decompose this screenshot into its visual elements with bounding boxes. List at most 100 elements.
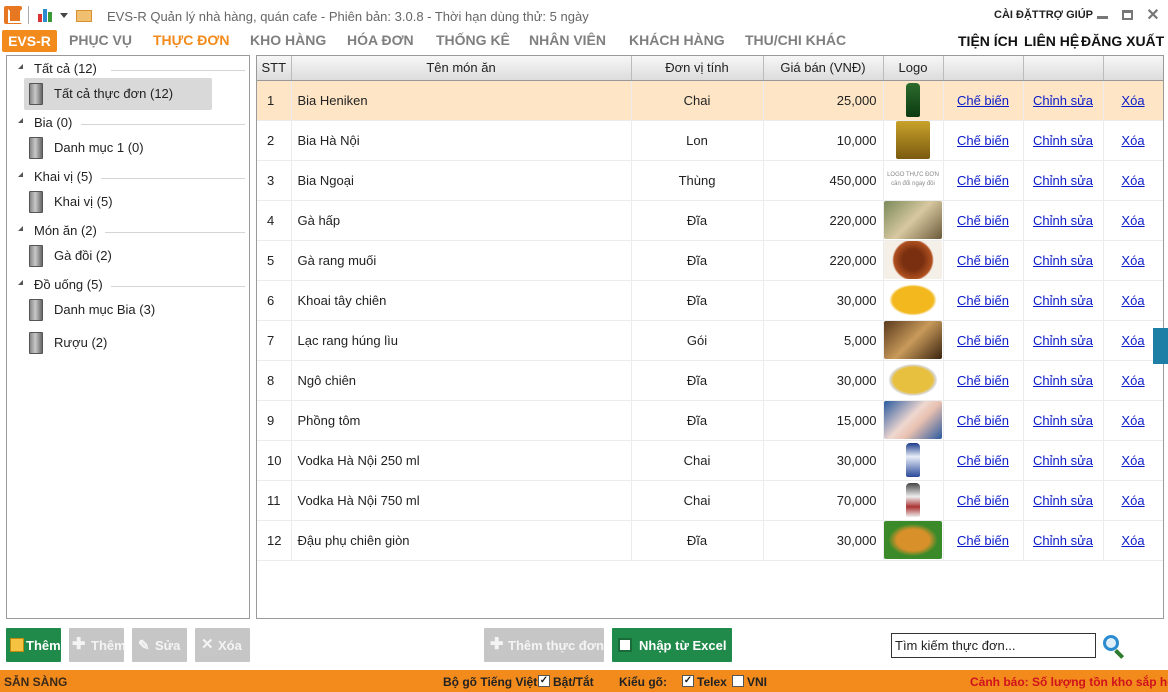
column-header-name[interactable]: Tên món ăn <box>291 56 632 81</box>
delete-link[interactable]: Xóa <box>1121 333 1144 348</box>
delete-link[interactable]: Xóa <box>1121 213 1144 228</box>
process-link[interactable]: Chế biến <box>957 293 1009 308</box>
edit-link[interactable]: Chỉnh sửa <box>1033 93 1093 108</box>
edit-link[interactable]: Chỉnh sửa <box>1033 493 1093 508</box>
settings-link[interactable]: CÀI ĐẶT <box>994 9 1039 21</box>
expand-triangle-icon[interactable] <box>18 280 23 285</box>
vni-checkbox[interactable] <box>732 675 744 687</box>
edit-link[interactable]: Chỉnh sửa <box>1033 253 1093 268</box>
expand-triangle-icon[interactable] <box>18 172 23 177</box>
table-row[interactable]: 8 Ngô chiên Đĩa 30,000 Chế biến Chỉnh sửa Xóa <box>257 360 1163 401</box>
menu-nhan-vien[interactable]: NHÂN VIÊN <box>529 32 606 48</box>
table-row[interactable]: 10 Vodka Hà Nội 250 ml Chai 30,000 Chế biến C… <box>257 440 1163 481</box>
edit-link[interactable]: Chỉnh sửa <box>1033 213 1093 228</box>
import-excel-button[interactable]: Nhập từ Excel <box>612 628 732 662</box>
table-row[interactable]: 5 Gà rang muối Đĩa 220,000 Chế biến Chỉnh sửa… <box>257 240 1163 281</box>
delete-link[interactable]: Xóa <box>1121 413 1144 428</box>
edit-link[interactable]: Chỉnh sửa <box>1033 413 1093 428</box>
process-link[interactable]: Chế biến <box>957 533 1009 548</box>
column-header-stt[interactable]: STT <box>257 56 292 81</box>
search-icon[interactable] <box>1101 633 1127 659</box>
menu-khach-hang[interactable]: KHÁCH HÀNG <box>629 32 725 48</box>
table-row[interactable]: 3 Bia Ngoại Thùng 450,000 LOGO THỰC ĐƠN cần đ… <box>257 160 1163 201</box>
process-link[interactable]: Chế biến <box>957 373 1009 388</box>
add-button-disabled[interactable]: ✚ Thêm <box>69 628 126 662</box>
edit-link[interactable]: Chỉnh sửa <box>1033 533 1093 548</box>
tree-group-khai-vi[interactable]: Khai vị (5) <box>7 168 249 186</box>
table-row[interactable]: 12 Đậu phụ chiên giòn Đĩa 30,000 Chế biến Chỉ… <box>257 520 1163 561</box>
menu-dang-xuat[interactable]: ĐĂNG XUẤT <box>1081 33 1164 49</box>
tree-item-danh-muc-1[interactable]: Danh mục 1 (0) <box>24 132 212 164</box>
menu-kho-hang[interactable]: KHO HÀNG <box>250 32 326 48</box>
edit-link[interactable]: Chỉnh sửa <box>1033 373 1093 388</box>
table-row[interactable]: 1 Bia Heniken Chai 25,000 Chế biến Chỉnh sửa X… <box>257 80 1163 121</box>
search-input[interactable] <box>891 633 1096 658</box>
menu-hoa-don[interactable]: HÓA ĐƠN <box>347 32 414 48</box>
delete-button[interactable]: ✕ Xóa <box>195 628 250 662</box>
chevron-down-icon[interactable] <box>60 13 68 18</box>
menu-thu-chi-khac[interactable]: THU/CHI KHÁC <box>745 32 846 48</box>
menu-thuc-don[interactable]: THỰC ĐƠN <box>153 32 229 48</box>
delete-link[interactable]: Xóa <box>1121 293 1144 308</box>
expand-triangle-icon[interactable] <box>18 64 23 69</box>
help-link[interactable]: TRỢ GIÚP <box>1039 9 1093 21</box>
edit-button[interactable]: ✎ Sửa <box>132 628 187 662</box>
home-icon[interactable] <box>4 6 22 24</box>
tree-group-tat-ca[interactable]: Tất cả (12) <box>7 60 249 78</box>
side-panel-tab[interactable] <box>1153 328 1168 364</box>
process-link[interactable]: Chế biến <box>957 413 1009 428</box>
tree-item-danh-muc-bia[interactable]: Danh mục Bia (3) <box>24 294 212 326</box>
column-header-unit[interactable]: Đơn vị tính <box>631 56 764 81</box>
delete-link[interactable]: Xóa <box>1121 253 1144 268</box>
tree-group-mon-an[interactable]: Món ăn (2) <box>7 222 249 240</box>
edit-link[interactable]: Chỉnh sửa <box>1033 173 1093 188</box>
edit-link[interactable]: Chỉnh sửa <box>1033 133 1093 148</box>
minimize-icon[interactable] <box>1097 16 1108 19</box>
column-header-price[interactable]: Giá bán (VNĐ) <box>763 56 884 81</box>
delete-link[interactable]: Xóa <box>1121 493 1144 508</box>
tree-item-ruou[interactable]: Rượu (2) <box>24 327 212 359</box>
telex-checkbox[interactable]: ✓ <box>682 675 694 687</box>
edit-link[interactable]: Chỉnh sửa <box>1033 453 1093 468</box>
expand-triangle-icon[interactable] <box>18 118 23 123</box>
brand-tab[interactable]: EVS-R <box>2 30 57 52</box>
maximize-icon[interactable] <box>1122 10 1133 20</box>
delete-link[interactable]: Xóa <box>1121 373 1144 388</box>
card-icon[interactable] <box>76 10 92 22</box>
add-category-button[interactable]: Thêm <box>6 628 61 662</box>
process-link[interactable]: Chế biến <box>957 253 1009 268</box>
edit-link[interactable]: Chỉnh sửa <box>1033 333 1093 348</box>
table-row[interactable]: 2 Bia Hà Nội Lon 10,000 Chế biến Chỉnh sửa Xóa <box>257 120 1163 161</box>
expand-triangle-icon[interactable] <box>18 226 23 231</box>
process-link[interactable]: Chế biến <box>957 493 1009 508</box>
menu-phuc-vu[interactable]: PHỤC VỤ <box>69 32 132 48</box>
edit-link[interactable]: Chỉnh sửa <box>1033 293 1093 308</box>
delete-link[interactable]: Xóa <box>1121 453 1144 468</box>
tree-item-ga-doi[interactable]: Gà đồi (2) <box>24 240 212 272</box>
delete-link[interactable]: Xóa <box>1121 93 1144 108</box>
menu-thong-ke[interactable]: THỐNG KÊ <box>436 32 510 48</box>
process-link[interactable]: Chế biến <box>957 173 1009 188</box>
process-link[interactable]: Chế biến <box>957 453 1009 468</box>
table-row[interactable]: 4 Gà hấp Đĩa 220,000 Chế biến Chỉnh sửa Xóa <box>257 200 1163 241</box>
tree-item-tat-ca-thuc-don[interactable]: Tất cả thực đơn (12) <box>24 78 212 110</box>
table-row[interactable]: 6 Khoai tây chiên Đĩa 30,000 Chế biến Chỉnh s… <box>257 280 1163 321</box>
tree-item-khai-vi[interactable]: Khai vị (5) <box>24 186 212 218</box>
process-link[interactable]: Chế biến <box>957 93 1009 108</box>
menu-tien-ich[interactable]: TIỆN ÍCH <box>958 33 1018 49</box>
close-icon[interactable]: ✕ <box>1146 8 1160 24</box>
tree-group-bia[interactable]: Bia (0) <box>7 114 249 132</box>
process-link[interactable]: Chế biến <box>957 333 1009 348</box>
process-link[interactable]: Chế biến <box>957 213 1009 228</box>
tree-group-do-uong[interactable]: Đồ uống (5) <box>7 276 249 294</box>
table-row[interactable]: 9 Phồng tôm Đĩa 15,000 Chế biến Chỉnh sửa Xóa <box>257 400 1163 441</box>
column-header-logo[interactable]: Logo <box>883 56 944 81</box>
chart-icon[interactable] <box>38 8 54 22</box>
table-row[interactable]: 11 Vodka Hà Nội 750 ml Chai 70,000 Chế biến C… <box>257 480 1163 521</box>
table-row[interactable]: 7 Lạc rang húng lìu Gói 5,000 Chế biến Chỉnh … <box>257 320 1163 361</box>
process-link[interactable]: Chế biến <box>957 133 1009 148</box>
delete-link[interactable]: Xóa <box>1121 533 1144 548</box>
add-menu-item-button[interactable]: ✚ Thêm thực đơn <box>484 628 604 662</box>
menu-lien-he[interactable]: LIÊN HỆ <box>1024 33 1079 49</box>
delete-link[interactable]: Xóa <box>1121 173 1144 188</box>
